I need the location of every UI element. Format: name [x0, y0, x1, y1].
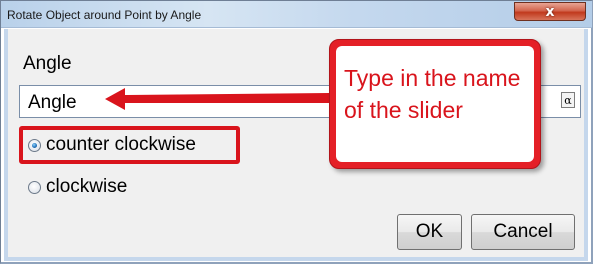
rotate-dialog: Rotate Object around Point by Angle x An… — [0, 0, 593, 264]
angle-label: Angle — [23, 53, 72, 74]
close-icon: x — [545, 3, 555, 20]
annotation-arrow-icon — [105, 88, 329, 110]
callout-text: Type in the name of the slider — [344, 65, 521, 123]
dialog-title: Rotate Object around Point by Angle — [7, 8, 202, 22]
radio-label-counter-clockwise: counter clockwise — [46, 134, 196, 155]
radio-unchecked-icon[interactable] — [28, 180, 41, 194]
title-bar[interactable]: Rotate Object around Point by Angle x — [1, 1, 592, 28]
radio-counter-clockwise[interactable]: counter clockwise — [28, 134, 196, 156]
alpha-icon: α — [564, 93, 572, 107]
radio-label-clockwise: clockwise — [46, 176, 128, 197]
ok-button[interactable]: OK — [397, 214, 462, 250]
annotation-callout: Type in the name of the slider — [329, 39, 541, 169]
radio-checked-icon[interactable] — [28, 138, 41, 152]
radio-clockwise[interactable]: clockwise — [28, 176, 127, 198]
symbol-picker-button[interactable]: α — [561, 92, 575, 108]
angle-input-value: Angle — [28, 92, 77, 113]
cancel-button[interactable]: Cancel — [471, 214, 575, 250]
close-button[interactable]: x — [514, 2, 586, 21]
